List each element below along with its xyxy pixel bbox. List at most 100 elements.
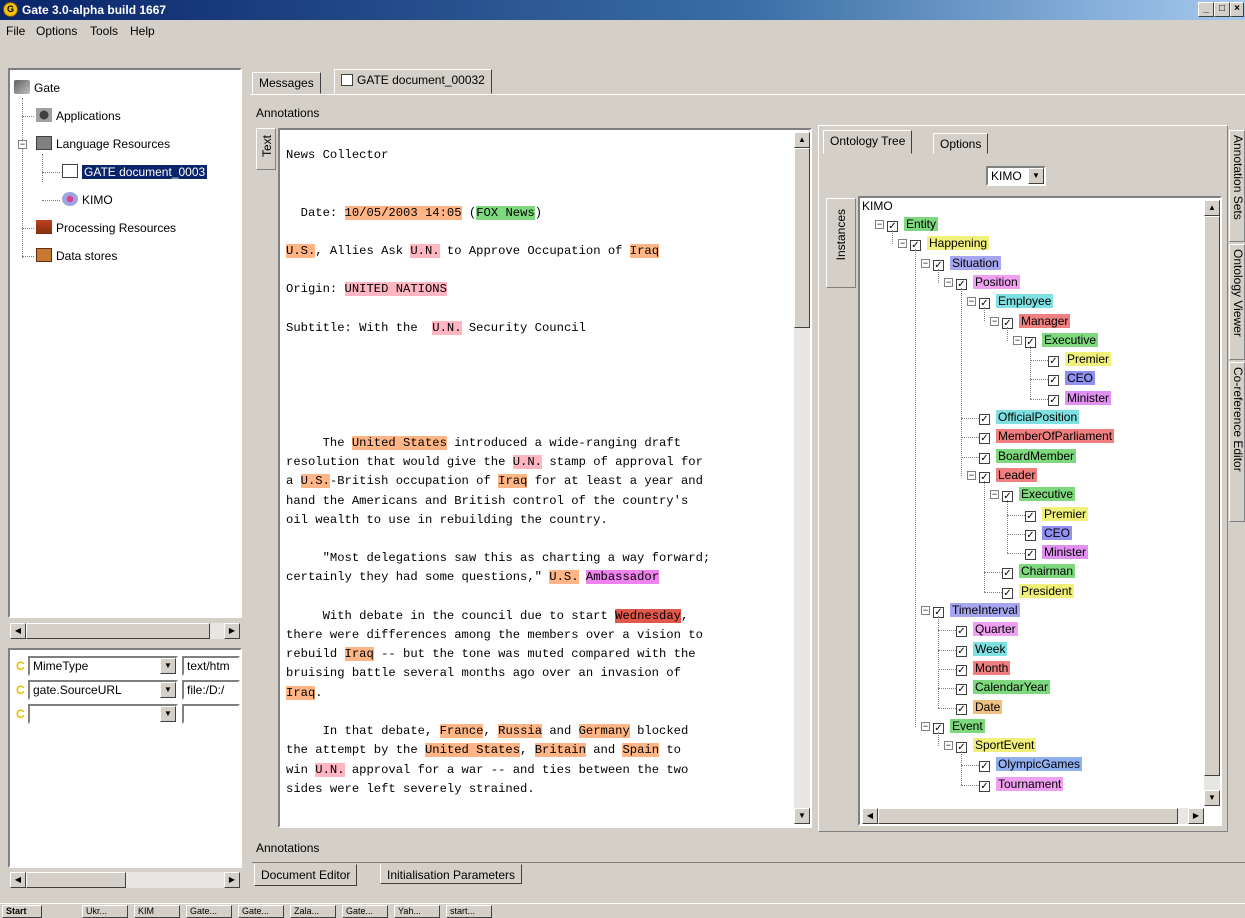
- annotation-highlight[interactable]: U.N.: [512, 455, 542, 470]
- ontology-scroll-thumb[interactable]: [1204, 216, 1220, 776]
- ontology-expander[interactable]: −: [967, 470, 976, 480]
- ontology-node[interactable]: ✓ Month: [956, 660, 1011, 677]
- annotation-highlight[interactable]: U.N.: [432, 320, 462, 335]
- ontology-select[interactable]: KIMO ▼: [986, 166, 1046, 186]
- ontology-expander[interactable]: −: [967, 297, 976, 307]
- ontology-select-dropdown[interactable]: ▼: [1028, 168, 1044, 184]
- annotation-highlight[interactable]: U.N.: [315, 762, 345, 777]
- document-vscrollbar[interactable]: ▲ ▼: [794, 132, 810, 824]
- ontology-checkbox[interactable]: ✓: [979, 414, 990, 425]
- ontology-node[interactable]: ✓ CEO: [1048, 370, 1096, 387]
- ontology-scroll-right[interactable]: ▶: [1188, 808, 1204, 824]
- ontology-node[interactable]: ✓ OlympicGames: [979, 756, 1083, 773]
- ontology-node[interactable]: ✓ Event: [933, 718, 985, 735]
- menu-tools[interactable]: Tools: [90, 24, 118, 38]
- document-text-area[interactable]: News Collector Date: 10/05/2003 14:05 (F…: [278, 128, 812, 828]
- ontology-node[interactable]: ✓ Employee: [979, 293, 1054, 310]
- annotation-highlight[interactable]: United States: [351, 436, 447, 451]
- tree-processing-resources[interactable]: Processing Resources: [36, 220, 176, 235]
- ontology-checkbox[interactable]: ✓: [956, 626, 967, 638]
- taskbar-button[interactable]: KIM: [134, 905, 180, 918]
- annotations-top-label[interactable]: Annotations: [256, 106, 319, 120]
- tree-kimo[interactable]: KIMO: [62, 192, 113, 207]
- taskbar-button[interactable]: Gate...: [186, 905, 232, 918]
- annotation-highlight[interactable]: Iraq: [344, 647, 374, 662]
- scroll-right-button[interactable]: ▶: [224, 623, 240, 639]
- ontology-node[interactable]: ✓ Entity: [887, 216, 939, 233]
- ontology-node[interactable]: ✓ Minister: [1025, 544, 1089, 561]
- taskbar-button[interactable]: start...: [446, 905, 492, 918]
- feature-key-select[interactable]: MimeType ▼: [28, 656, 178, 676]
- taskbar-button[interactable]: Yah...: [394, 905, 440, 918]
- feature-key-dropdown[interactable]: ▼: [160, 706, 176, 722]
- ontology-checkbox[interactable]: ✓: [1048, 375, 1059, 387]
- ontology-hscroll-thumb[interactable]: [878, 808, 1178, 824]
- tab-ontology-options[interactable]: Options: [933, 133, 989, 154]
- ontology-node[interactable]: ✓ CalendarYear: [956, 679, 1050, 696]
- ontology-node[interactable]: ✓ Happening: [910, 235, 990, 252]
- ontology-checkbox[interactable]: ✓: [1025, 529, 1036, 541]
- maximize-button[interactable]: □: [1214, 2, 1230, 17]
- taskbar-button[interactable]: Gate...: [238, 905, 284, 918]
- doc-scroll-up[interactable]: ▲: [794, 132, 810, 148]
- ontology-checkbox[interactable]: ✓: [1025, 549, 1036, 561]
- doc-scroll-down[interactable]: ▼: [794, 808, 810, 824]
- tree-data-stores[interactable]: Data stores: [36, 248, 117, 263]
- annotation-highlight[interactable]: Ambassador: [585, 570, 660, 585]
- ontology-root[interactable]: KIMO: [862, 198, 893, 215]
- taskbar-button[interactable]: Gate...: [342, 905, 388, 918]
- ontology-checkbox[interactable]: ✓: [979, 761, 990, 773]
- feature-key-select[interactable]: gate.SourceURL ▼: [28, 680, 178, 700]
- ontology-expander[interactable]: −: [990, 490, 999, 500]
- ontology-scroll-up[interactable]: ▲: [1204, 200, 1220, 216]
- ontology-expander[interactable]: −: [944, 741, 953, 751]
- ontology-node[interactable]: ✓ Executive: [1025, 332, 1099, 349]
- ontology-hscrollbar[interactable]: ◀ ▶: [862, 808, 1204, 824]
- ontology-node[interactable]: ✓ Premier: [1048, 351, 1112, 368]
- ontology-expander[interactable]: −: [921, 606, 930, 615]
- ontology-expander[interactable]: −: [990, 316, 999, 326]
- tab-ontology-tree[interactable]: Ontology Tree: [823, 130, 913, 154]
- ontology-checkbox[interactable]: ✓: [956, 645, 967, 657]
- ontology-node[interactable]: ✓ Executive: [1002, 486, 1076, 503]
- annotation-highlight[interactable]: FOX News: [476, 205, 535, 220]
- annotation-highlight[interactable]: 10/05/2003 14:05: [344, 205, 462, 220]
- taskbar-button[interactable]: Zala...: [290, 905, 336, 918]
- menu-help[interactable]: Help: [130, 24, 155, 38]
- feature-value-field[interactable]: file:/D:/: [182, 680, 240, 700]
- ontology-expander[interactable]: −: [921, 258, 930, 268]
- ontology-node[interactable]: ✓ MemberOfParliament: [979, 428, 1115, 445]
- ontology-node[interactable]: ✓ SportEvent: [956, 737, 1037, 754]
- tree-language-resources[interactable]: Language Resources: [36, 136, 170, 151]
- annotation-highlight[interactable]: U.S.: [286, 244, 316, 259]
- ontology-tree[interactable]: KIMO − ✓ Entity − ✓ Happening − ✓ Situation − ✓ Pos…: [858, 196, 1222, 826]
- ontology-node[interactable]: ✓ Date: [956, 699, 1003, 716]
- ontology-node[interactable]: ✓ President: [1002, 583, 1074, 600]
- ontology-expander[interactable]: −: [875, 220, 884, 229]
- ontology-node[interactable]: ✓ BoardMember: [979, 448, 1077, 465]
- features-hscrollbar[interactable]: ◀ ▶: [8, 871, 242, 889]
- minimize-button[interactable]: _: [1198, 2, 1214, 17]
- ontology-expander[interactable]: −: [1013, 335, 1022, 345]
- feature-key-select[interactable]: ▼: [28, 704, 178, 724]
- feature-value-field[interactable]: [182, 704, 240, 724]
- ontology-node[interactable]: ✓ CEO: [1025, 525, 1073, 542]
- ontology-node[interactable]: ✓ Minister: [1048, 390, 1112, 407]
- annotation-highlight[interactable]: U.S.: [300, 474, 330, 489]
- ontology-expander[interactable]: −: [921, 721, 930, 731]
- features-scroll-right[interactable]: ▶: [224, 872, 240, 888]
- ontology-node[interactable]: ✓ Leader: [979, 467, 1038, 484]
- ontology-checkbox[interactable]: ✓: [1025, 510, 1036, 522]
- ontology-node[interactable]: ✓ Manager: [1002, 313, 1071, 330]
- ontology-node[interactable]: ✓ Tournament: [979, 776, 1064, 793]
- annotation-highlight[interactable]: Russia: [498, 724, 543, 739]
- ontology-node[interactable]: ✓ OfficialPosition: [979, 409, 1080, 426]
- ontology-checkbox[interactable]: ✓: [1002, 568, 1013, 580]
- annotation-highlight[interactable]: U.S.: [549, 570, 579, 585]
- annotations-bottom-label[interactable]: Annotations: [256, 841, 319, 855]
- menu-file[interactable]: File: [6, 24, 25, 38]
- ontology-node[interactable]: ✓ Premier: [1025, 506, 1089, 523]
- tab-co-reference-editor[interactable]: Co-reference Editor: [1229, 362, 1245, 522]
- annotation-highlight[interactable]: Iraq: [286, 685, 316, 700]
- ontology-node[interactable]: ✓ TimeInterval: [933, 602, 1020, 619]
